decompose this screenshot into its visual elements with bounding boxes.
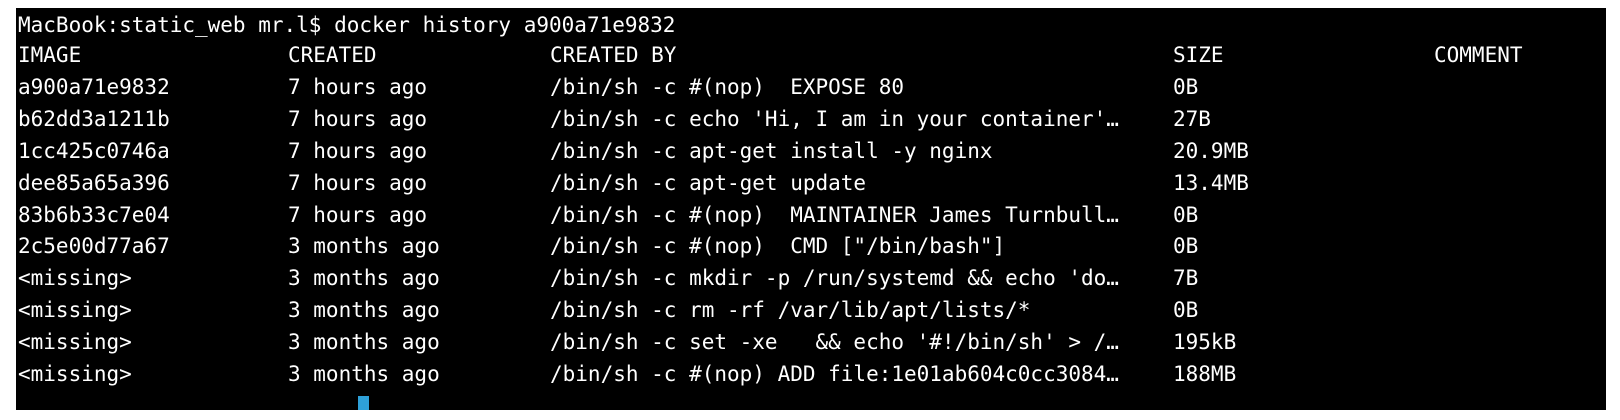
table-row: 83b6b33c7e04 7 hours ago /bin/sh -c #(no… <box>16 199 1606 231</box>
table-header-row: IMAGE CREATED CREATED BY SIZE COMMENT <box>16 39 1606 71</box>
layer-size: 0B <box>1173 75 1199 99</box>
created-time: 3 months ago <box>288 362 440 386</box>
created-time: 7 hours ago <box>288 139 428 163</box>
created-time: 7 hours ago <box>288 171 428 195</box>
image-id: <missing> <box>18 266 132 290</box>
layer-size: 20.9MB <box>1173 139 1249 163</box>
image-id: 2c5e00d77a67 <box>18 234 170 258</box>
table-row: a900a71e9832 7 hours ago /bin/sh -c #(no… <box>16 71 1606 103</box>
image-id: a900a71e9832 <box>18 75 170 99</box>
created-by-command: /bin/sh -c #(nop) CMD ["/bin/bash"] <box>550 234 1006 258</box>
image-id: 83b6b33c7e04 <box>18 203 170 227</box>
created-time: 7 hours ago <box>288 203 428 227</box>
created-by-command: /bin/sh -c apt-get update <box>550 171 867 195</box>
created-time: 3 months ago <box>288 330 440 354</box>
table-row: b62dd3a1211b 7 hours ago /bin/sh -c echo… <box>16 103 1606 135</box>
created-by-command: /bin/sh -c rm -rf /var/lib/apt/lists/* <box>550 298 1031 322</box>
layer-size: 13.4MB <box>1173 171 1249 195</box>
table-row: 2c5e00d77a67 3 months ago /bin/sh -c #(n… <box>16 230 1606 262</box>
layer-size: 188MB <box>1173 362 1237 386</box>
table-row: <missing> 3 months ago /bin/sh -c #(nop)… <box>16 358 1606 390</box>
created-by-command: /bin/sh -c #(nop) MAINTAINER James Turnb… <box>550 203 1119 227</box>
layer-size: 195kB <box>1173 330 1237 354</box>
image-id: <missing> <box>18 330 132 354</box>
layer-size: 27B <box>1173 107 1211 131</box>
created-time: 3 months ago <box>288 266 440 290</box>
table-row: dee85a65a396 7 hours ago /bin/sh -c apt-… <box>16 167 1606 199</box>
image-id: dee85a65a396 <box>18 171 170 195</box>
created-by-command: /bin/sh -c #(nop) ADD file:1e01ab604c0cc… <box>550 362 1119 386</box>
created-time: 7 hours ago <box>288 75 428 99</box>
image-id: <missing> <box>18 362 132 386</box>
table-row: <missing> 3 months ago /bin/sh -c set -x… <box>16 326 1606 358</box>
created-by-command: /bin/sh -c #(nop) EXPOSE 80 <box>550 75 905 99</box>
created-by-command: /bin/sh -c mkdir -p /run/systemd && echo… <box>550 266 1119 290</box>
table-row: <missing> 3 months ago /bin/sh -c rm -rf… <box>16 294 1606 326</box>
table-row: 1cc425c0746a 7 hours ago /bin/sh -c apt-… <box>16 135 1606 167</box>
created-by-command: /bin/sh -c set -xe && echo '#!/bin/sh' >… <box>550 330 1119 354</box>
created-time: 7 hours ago <box>288 107 428 131</box>
header-created: CREATED <box>288 43 377 67</box>
text-cursor <box>358 396 369 410</box>
command-prompt-line: MacBook:static_web mr.l$ docker history … <box>18 13 676 37</box>
layer-size: 0B <box>1173 203 1199 227</box>
terminal-window[interactable]: MacBook:static_web mr.l$ docker history … <box>16 8 1606 410</box>
header-image: IMAGE <box>18 43 82 67</box>
created-by-command: /bin/sh -c echo 'Hi, I am in your contai… <box>550 107 1119 131</box>
created-time: 3 months ago <box>288 298 440 322</box>
created-time: 3 months ago <box>288 234 440 258</box>
image-id: <missing> <box>18 298 132 322</box>
layer-size: 7B <box>1173 266 1199 290</box>
header-size: SIZE <box>1173 43 1224 67</box>
image-id: 1cc425c0746a <box>18 139 170 163</box>
table-row: <missing> 3 months ago /bin/sh -c mkdir … <box>16 262 1606 294</box>
image-id: b62dd3a1211b <box>18 107 170 131</box>
created-by-command: /bin/sh -c apt-get install -y nginx <box>550 139 993 163</box>
header-comment: COMMENT <box>1434 43 1523 67</box>
layer-size: 0B <box>1173 234 1199 258</box>
header-created-by: CREATED BY <box>550 43 677 67</box>
layer-size: 0B <box>1173 298 1199 322</box>
